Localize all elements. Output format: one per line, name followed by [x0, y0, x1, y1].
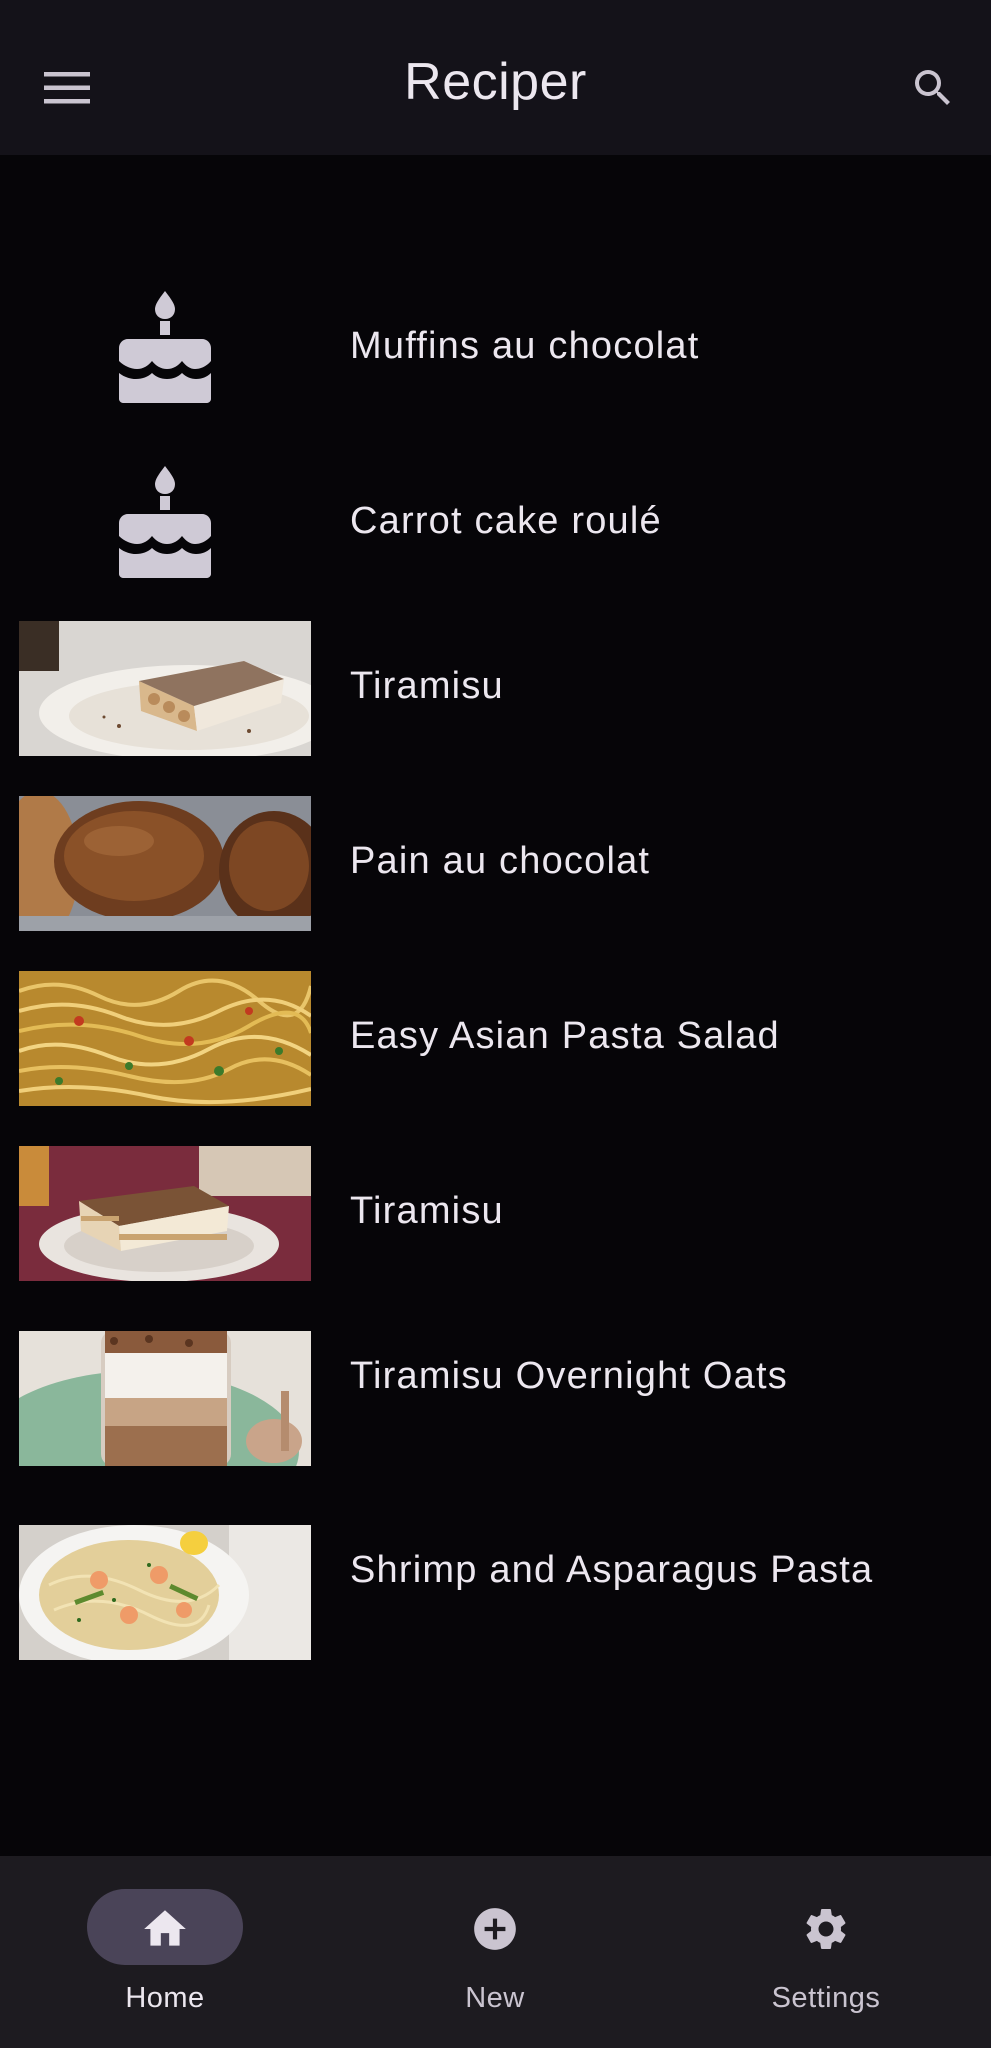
- nav-label: Home: [125, 1982, 205, 2014]
- search-icon: [915, 70, 950, 105]
- recipe-item[interactable]: Muffins au chocolat: [0, 281, 991, 421]
- home-icon: [144, 1910, 186, 1946]
- recipe-title: Carrot cake roulé: [350, 500, 662, 542]
- recipe-item[interactable]: Shrimp and Asparagus Pasta: [0, 1525, 991, 1665]
- nav-item-home[interactable]: Home: [0, 1856, 330, 2048]
- overnight-oats-photo: [19, 1331, 311, 1466]
- pasta-salad-photo: [19, 971, 311, 1106]
- gear-icon: [806, 1909, 846, 1949]
- recipe-title: Tiramisu Overnight Oats: [350, 1355, 788, 1397]
- nav-item-new[interactable]: New: [330, 1856, 660, 2048]
- recipe-app: Reciper Muffins au chocolat Carrot cake …: [0, 0, 991, 2048]
- pain-au-chocolat-photo: [19, 796, 311, 931]
- recipe-thumbnail: [19, 1525, 311, 1660]
- nav-item-settings[interactable]: Settings: [661, 1856, 991, 2048]
- recipe-title: Muffins au chocolat: [350, 325, 700, 367]
- recipe-title: Shrimp and Asparagus Pasta: [350, 1549, 874, 1591]
- tiramisu-slice-photo: [19, 1146, 311, 1281]
- recipe-thumbnail: [19, 796, 311, 931]
- nav-label: Settings: [771, 1982, 881, 2014]
- cake-placeholder-icon: [119, 291, 211, 403]
- top-app-bar: Reciper: [0, 0, 991, 155]
- cake-placeholder-icon: [119, 466, 211, 578]
- shrimp-pasta-photo: [19, 1525, 311, 1660]
- recipe-item[interactable]: Tiramisu Overnight Oats: [0, 1331, 991, 1471]
- recipe-item[interactable]: Easy Asian Pasta Salad: [0, 971, 991, 1111]
- recipe-item[interactable]: Tiramisu: [0, 621, 991, 761]
- recipe-title: Tiramisu: [350, 1190, 504, 1232]
- recipe-title: Tiramisu: [350, 665, 504, 707]
- app-title: Reciper: [404, 53, 587, 111]
- recipe-thumbnail: [19, 1146, 311, 1281]
- bottom-navigation: Home New Settings: [0, 1856, 991, 2048]
- recipe-item[interactable]: Tiramisu: [0, 1146, 991, 1286]
- tiramisu-photo: [19, 621, 311, 756]
- search-button[interactable]: [893, 48, 973, 128]
- recipe-item[interactable]: Pain au chocolat: [0, 796, 991, 936]
- recipe-title: Pain au chocolat: [350, 840, 651, 882]
- recipe-item[interactable]: Carrot cake roulé: [0, 456, 991, 596]
- add-circle-icon: [474, 1908, 516, 1950]
- recipe-thumbnail: [19, 971, 311, 1106]
- recipe-thumbnail: [19, 1331, 311, 1466]
- recipe-title: Easy Asian Pasta Salad: [350, 1015, 780, 1057]
- nav-label: New: [465, 1982, 525, 2014]
- recipe-thumbnail: [19, 621, 311, 756]
